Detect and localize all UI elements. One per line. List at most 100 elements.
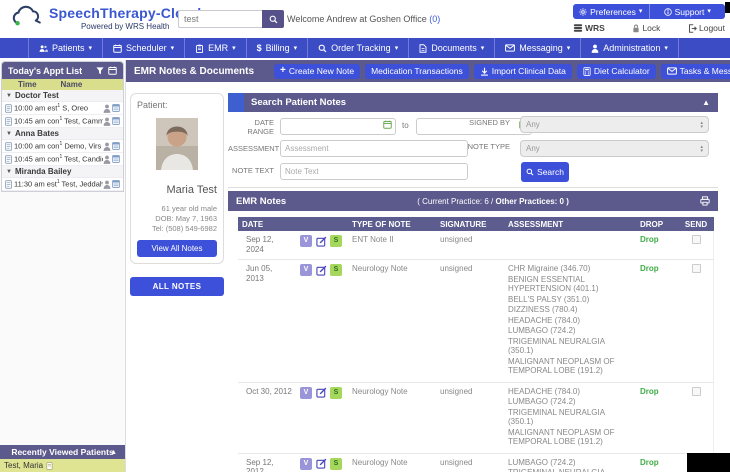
appointment-row[interactable]: 10:00 am est1 S, Oreo: [2, 102, 123, 115]
emr-note-row: Sep 12, 2024VSENT Note IIunsignedDrop: [238, 231, 714, 260]
column-header-assessment: ASSESSMENT: [504, 217, 636, 231]
view-note-button[interactable]: V: [300, 387, 312, 399]
time-column-header: Time: [18, 80, 37, 89]
edit-note-button[interactable]: [315, 387, 327, 399]
sign-note-button[interactable]: S: [330, 458, 342, 470]
note-type-select[interactable]: Any ▴▾: [520, 140, 709, 157]
filter-icon[interactable]: [96, 67, 104, 75]
recently-viewed-patient[interactable]: Test, Maria: [0, 459, 125, 472]
edit-note-button[interactable]: [315, 458, 327, 470]
search-notes-button[interactable]: Search: [521, 162, 569, 182]
sign-note-button[interactable]: S: [330, 235, 342, 247]
page-icon: [46, 462, 53, 470]
nav-item-documents[interactable]: Documents▾: [409, 38, 495, 58]
drop-note-link[interactable]: Drop: [640, 264, 659, 273]
global-search-input[interactable]: [178, 10, 262, 28]
drop-note-link[interactable]: Drop: [640, 387, 659, 396]
note-assessment: HEADACHE (784.0)LUMBAGO (724.2)TRIGEMINA…: [504, 382, 636, 453]
search-icon: [269, 15, 278, 24]
preferences-button[interactable]: Preferences ▾: [573, 4, 649, 19]
nav-item-emr[interactable]: EMR▾: [185, 38, 247, 58]
appointment-row[interactable]: 10:00 am con1 Demo, Virs: [2, 140, 123, 153]
all-notes-button[interactable]: ALL NOTES: [130, 277, 224, 296]
to-label: to: [402, 121, 409, 130]
medication-transactions-button[interactable]: Medication Transactions: [365, 64, 469, 79]
appointment-note-icon: [5, 104, 12, 113]
drop-note-link[interactable]: Drop: [640, 235, 659, 244]
person-icon: [103, 180, 111, 189]
person-icon: [591, 44, 599, 53]
note-signature: unsigned: [436, 382, 504, 453]
assessment-input[interactable]: [280, 140, 468, 157]
date-from-input[interactable]: [280, 118, 396, 135]
main-nav: Patients▾Scheduler▾EMR▾$Billing▾Order Tr…: [0, 38, 730, 58]
tasks-messages-button[interactable]: Tasks & Messages: [661, 64, 730, 79]
wrs-database-button[interactable]: WRS: [573, 23, 605, 33]
note-signature: unsigned: [436, 453, 504, 472]
welcome-count-link[interactable]: (0): [429, 14, 440, 24]
clipboard-icon: [195, 44, 204, 53]
nav-item-patients[interactable]: Patients▾: [28, 38, 103, 58]
name-column-header: Name: [61, 80, 83, 89]
nav-item-order-tracking[interactable]: Order Tracking▾: [308, 38, 409, 58]
emr-toolbar: EMR Notes & Documents +Create New NoteMe…: [126, 60, 730, 82]
chart-icon: [112, 104, 120, 113]
logout-button[interactable]: Logout: [688, 23, 725, 33]
plus-icon: +: [280, 66, 286, 76]
calendar-icon[interactable]: [383, 120, 392, 129]
view-note-button[interactable]: V: [300, 235, 312, 247]
select-spinner-icon: ▴▾: [700, 145, 703, 153]
import-clinical-data-button[interactable]: Import Clinical Data: [474, 64, 572, 79]
nav-item-messaging[interactable]: Messaging▾: [495, 38, 581, 58]
send-checkbox[interactable]: [692, 387, 701, 396]
global-search-button[interactable]: [262, 10, 284, 28]
note-date: Oct 30, 2012: [238, 382, 296, 453]
sign-note-button[interactable]: S: [330, 264, 342, 276]
send-checkbox[interactable]: [692, 264, 701, 273]
appointment-row[interactable]: 10:45 am con1 Test, Cammy: [2, 115, 123, 128]
note-type: Neurology Note: [348, 260, 436, 383]
nav-item-scheduler[interactable]: Scheduler▾: [103, 38, 185, 58]
nav-item-billing[interactable]: $Billing▾: [247, 38, 309, 58]
collapse-panel-icon[interactable]: ▲: [702, 98, 710, 107]
signed-by-select[interactable]: Any ▴▾: [520, 116, 709, 133]
drop-note-link[interactable]: Drop: [640, 458, 659, 467]
cloud-logo-icon: [8, 5, 44, 29]
note-assessment: CHR Migraine (346.70)BENIGN ESSENTIAL HY…: [504, 260, 636, 383]
view-note-button[interactable]: V: [300, 264, 312, 276]
patient-label: Patient:: [137, 100, 217, 110]
patient-dob: DOB: May 7, 1963: [137, 214, 217, 224]
edit-note-button[interactable]: [315, 264, 327, 276]
diet-calculator-button[interactable]: Diet Calculator: [577, 64, 656, 79]
create-new-note-button[interactable]: +Create New Note: [274, 64, 360, 79]
signed-by-label: SIGNED BY: [466, 118, 510, 127]
caret-down-icon: ▾: [707, 8, 711, 15]
users-icon: [39, 44, 48, 53]
provider-group-doctor-test[interactable]: ▼Doctor Test: [2, 90, 123, 102]
appointment-list-title: Today's Appt List: [8, 66, 92, 76]
note-text-input[interactable]: [280, 163, 468, 180]
nav-item-administration[interactable]: Administration▾: [581, 38, 679, 58]
top-right-controls: Preferences ▾ Support ▾ WRS: [573, 4, 725, 33]
appointment-row[interactable]: 10:45 am con1 Test, Candice: [2, 153, 123, 166]
view-note-button[interactable]: V: [300, 458, 312, 470]
send-checkbox[interactable]: [692, 235, 701, 244]
edit-note-button[interactable]: [315, 235, 327, 247]
calendar-icon[interactable]: [108, 66, 117, 75]
recently-viewed-header[interactable]: Recently Viewed Patients ▲: [0, 445, 125, 459]
provider-group-miranda-bailey[interactable]: ▼Miranda Bailey: [2, 166, 123, 178]
appointment-row[interactable]: 11:30 am est1 Test, Jeddah: [2, 178, 123, 191]
view-all-notes-button[interactable]: View All Notes: [137, 240, 217, 257]
lock-button[interactable]: Lock: [632, 23, 660, 33]
print-icon[interactable]: [700, 196, 710, 206]
caret-down-icon: ▾: [664, 45, 668, 52]
caret-down-icon: ▾: [171, 45, 175, 52]
main-content: EMR Notes & Documents +Create New NoteMe…: [126, 60, 730, 472]
provider-group-anna-bates[interactable]: ▼Anna Bates: [2, 128, 123, 140]
info-icon: [664, 8, 672, 16]
caret-down-icon: ▾: [294, 45, 298, 52]
patient-demographics: 61 year old male: [137, 204, 217, 214]
sign-note-button[interactable]: S: [330, 387, 342, 399]
patient-name: Maria Test: [137, 184, 217, 196]
support-button[interactable]: Support ▾: [649, 4, 726, 19]
